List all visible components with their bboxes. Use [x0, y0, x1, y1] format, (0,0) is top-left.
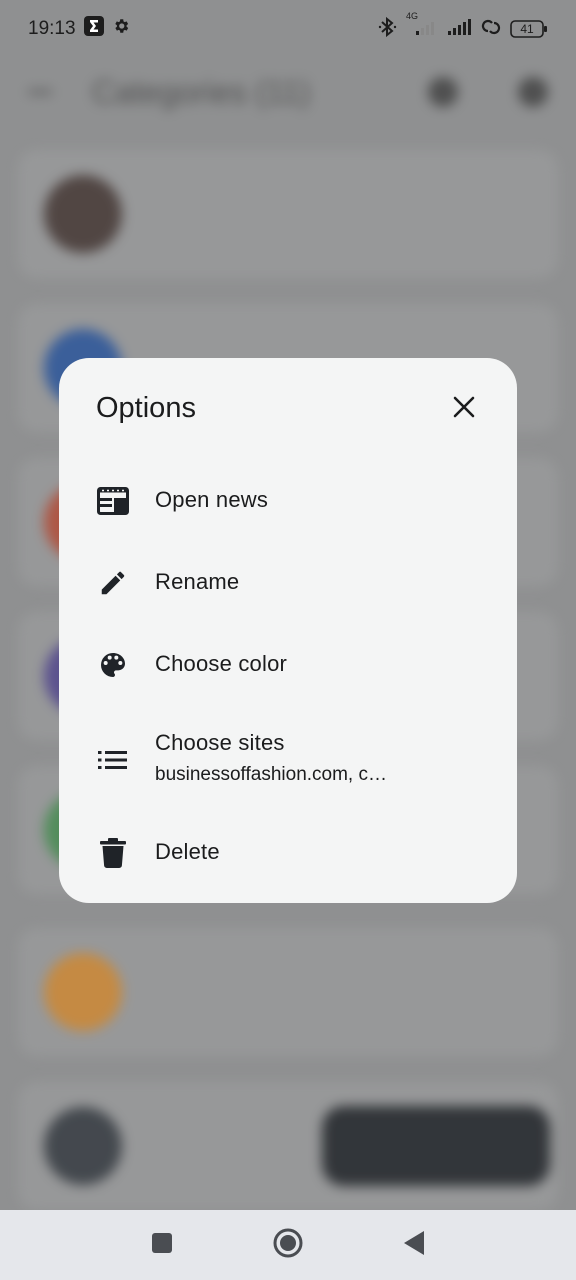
option-choose-color[interactable]: Choose color	[59, 634, 517, 696]
status-time: 19:13	[28, 18, 76, 39]
link-icon	[480, 17, 502, 42]
option-label: Choose sites	[155, 730, 285, 755]
signal-icon	[446, 17, 472, 42]
background-header: Categories (11)	[0, 58, 576, 126]
avatar	[44, 1107, 122, 1185]
gear-icon	[112, 17, 130, 41]
network-type: 4G	[406, 10, 419, 21]
more-icon	[518, 77, 548, 107]
back-button[interactable]	[397, 1228, 431, 1262]
category-card	[18, 150, 558, 278]
option-label: Delete	[155, 839, 220, 864]
sigma-app-icon	[83, 16, 104, 42]
option-label: Rename	[155, 569, 240, 594]
newspaper-icon	[95, 483, 131, 519]
status-left: 19:13	[28, 16, 130, 42]
close-icon	[452, 395, 476, 424]
category-card	[18, 928, 558, 1056]
recents-button[interactable]	[145, 1228, 179, 1262]
header-action-icon	[428, 77, 458, 107]
option-sublabel: businessoffashion.com, c…	[155, 764, 387, 785]
avatar	[44, 953, 122, 1031]
status-right: 4G 41	[378, 11, 548, 43]
option-delete[interactable]: Delete	[59, 822, 517, 884]
battery-level: 41	[520, 22, 534, 36]
home-button[interactable]	[271, 1228, 305, 1262]
list-icon	[95, 742, 131, 778]
signal-4g-icon: 4G	[406, 11, 438, 42]
option-rename[interactable]: Rename	[59, 552, 517, 614]
avatar	[44, 175, 122, 253]
option-label: Choose color	[155, 651, 288, 676]
add-category-fab	[322, 1106, 550, 1186]
home-circle-icon	[273, 1228, 303, 1263]
pencil-icon	[95, 565, 131, 601]
navigation-bar	[0, 1210, 576, 1280]
options-dialog: Options Open news Rename Choose color Ch…	[59, 358, 517, 903]
bluetooth-icon	[378, 16, 398, 43]
dialog-title: Options	[96, 392, 196, 424]
back-triangle-icon	[403, 1230, 425, 1261]
option-open-news[interactable]: Open news	[59, 470, 517, 532]
option-label: Open news	[155, 487, 269, 512]
trash-icon	[95, 835, 131, 871]
background-title: Categories (11)	[92, 73, 311, 110]
square-icon	[151, 1232, 173, 1259]
status-bar: 19:13 4G 41	[0, 0, 576, 58]
battery-icon: 41	[510, 20, 548, 38]
option-choose-sites[interactable]: Choose sites businessoffashion.com, c…	[59, 716, 517, 804]
back-arrow-icon	[28, 90, 52, 94]
palette-icon	[95, 647, 131, 683]
close-button[interactable]	[445, 390, 483, 428]
